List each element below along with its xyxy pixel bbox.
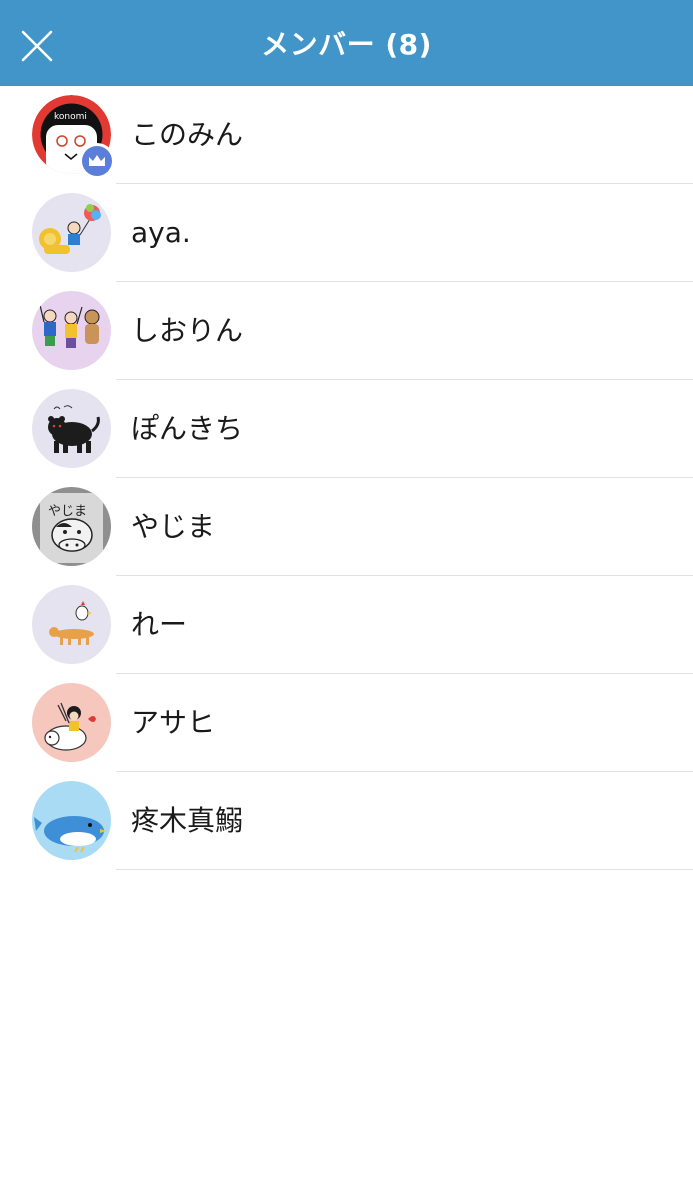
member-row[interactable]: aya. <box>0 184 693 282</box>
member-name: アサヒ <box>131 706 216 739</box>
member-row[interactable]: しおりん <box>0 282 693 380</box>
member-avatar <box>32 781 111 860</box>
member-name: 疼木真鰯 <box>131 804 244 837</box>
member-name: やじま <box>131 510 216 543</box>
member-name: れー <box>131 608 188 641</box>
member-avatar <box>32 291 111 370</box>
owner-badge <box>79 143 115 179</box>
member-row[interactable]: ぽんきち <box>0 380 693 478</box>
member-row[interactable]: れー <box>0 576 693 674</box>
member-name: aya. <box>131 216 191 249</box>
member-row[interactable]: アサヒ <box>0 674 693 772</box>
member-avatar: やじま <box>32 487 111 566</box>
svg-text:やじま: やじま <box>48 504 87 519</box>
row-divider <box>116 869 693 870</box>
crown-icon <box>89 155 105 166</box>
svg-text:konomi: konomi <box>54 112 87 122</box>
member-name: このみん <box>131 118 244 151</box>
member-name: ぽんきち <box>131 412 244 445</box>
member-name: しおりん <box>131 314 244 347</box>
member-list: konomi このみん aya. しおりん ぽんきち やじま やじま れー アサ… <box>0 86 693 870</box>
member-row[interactable]: 疼木真鰯 <box>0 772 693 870</box>
member-avatar <box>32 193 111 272</box>
member-row[interactable]: やじま やじま <box>0 478 693 576</box>
member-row[interactable]: konomi このみん <box>0 86 693 184</box>
member-avatar <box>32 683 111 762</box>
page-title: メンバー (8) <box>261 28 432 61</box>
header-bar: メンバー (8) <box>0 0 693 86</box>
member-avatar <box>32 389 111 468</box>
member-avatar <box>32 585 111 664</box>
